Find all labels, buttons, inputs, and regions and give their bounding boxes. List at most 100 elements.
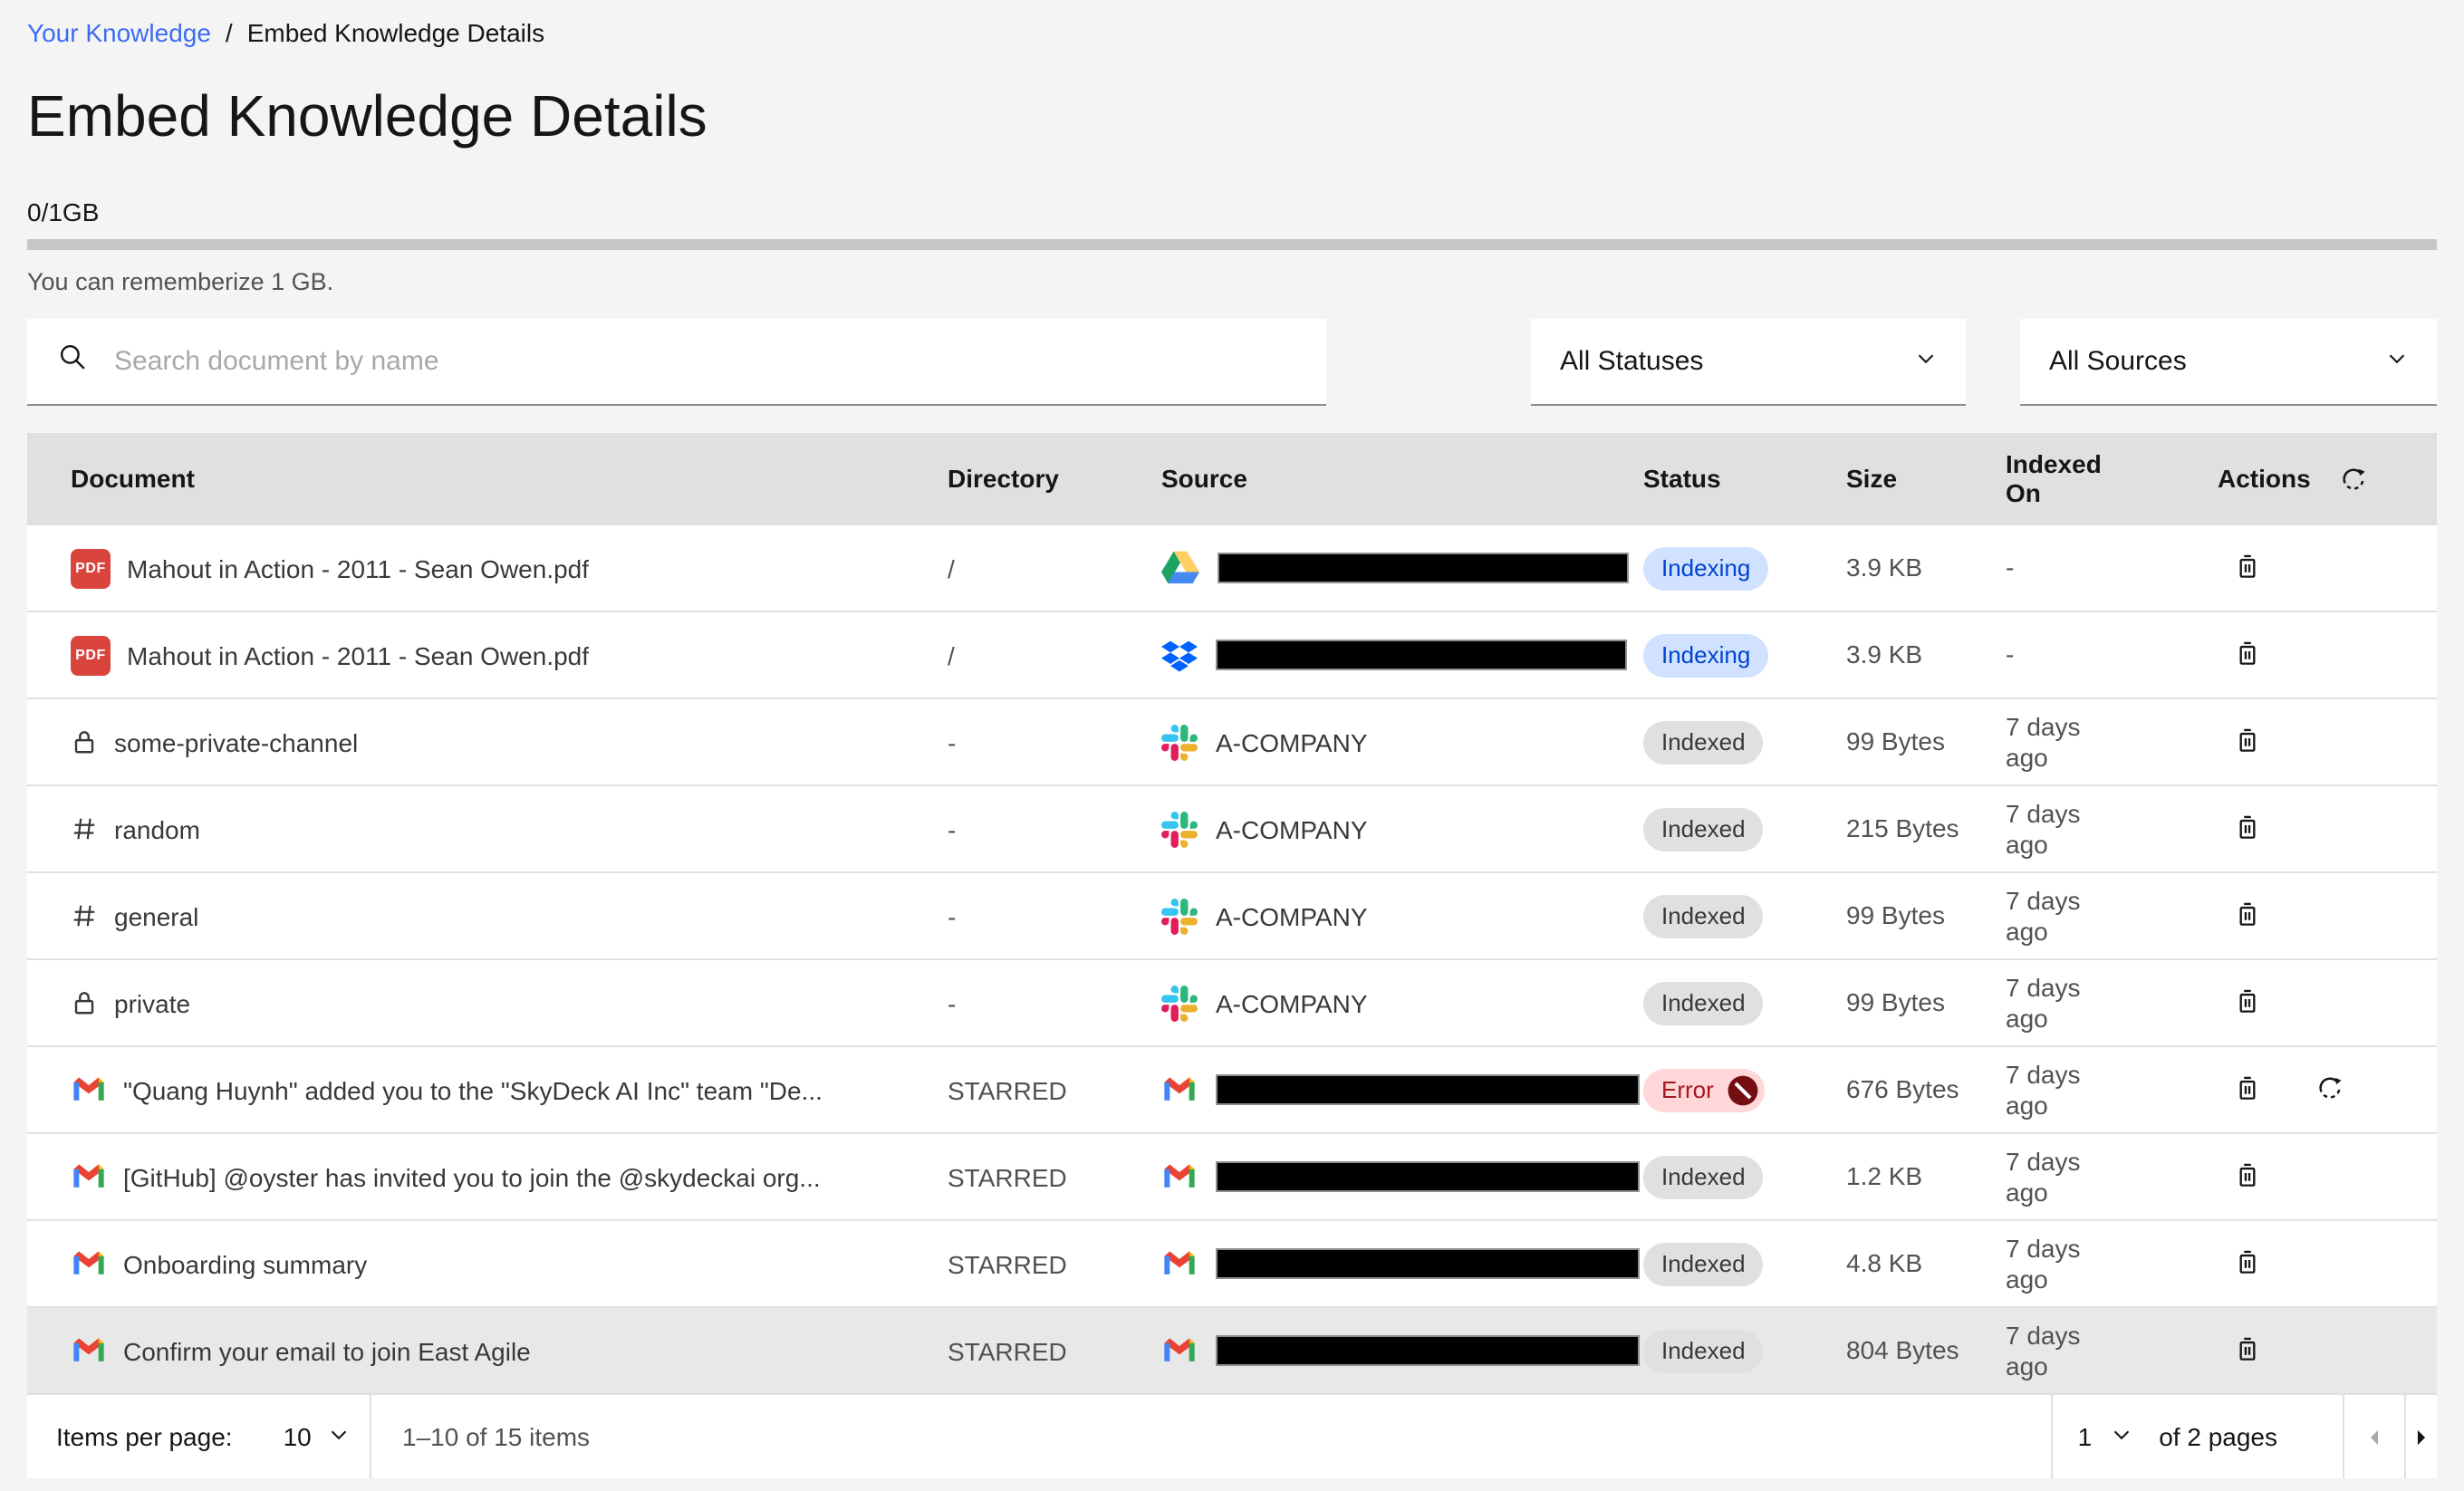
document-row[interactable]: random-A-COMPANYIndexed215 Bytes7 days a… bbox=[27, 784, 2437, 871]
status-badge: Indexed bbox=[1643, 807, 1764, 851]
source-cell: A-COMPANY bbox=[1161, 811, 1643, 847]
trash-icon bbox=[2234, 1247, 2261, 1280]
indexed-on-cell: 7 days ago bbox=[2006, 1233, 2218, 1294]
source-cell bbox=[1161, 637, 1643, 673]
refresh-table-icon[interactable] bbox=[2340, 464, 2369, 493]
document-name: "Quang Huynh" added you to the "SkyDeck … bbox=[123, 1075, 823, 1104]
actions-cell bbox=[2218, 552, 2437, 584]
document-name: random bbox=[114, 814, 200, 843]
delete-document-button[interactable] bbox=[2234, 1073, 2261, 1106]
pdf-icon: PDF bbox=[71, 548, 111, 588]
size-cell: 3.9 KB bbox=[1846, 640, 2006, 670]
delete-document-button[interactable] bbox=[2234, 1160, 2261, 1193]
redacted-source-text bbox=[1216, 640, 1627, 670]
error-icon bbox=[1727, 1073, 1759, 1106]
source-cell bbox=[1161, 549, 1643, 587]
slack-icon bbox=[1161, 811, 1198, 847]
document-row[interactable]: some-private-channel-A-COMPANYIndexed99 … bbox=[27, 697, 2437, 784]
document-cell: PDF Mahout in Action - 2011 - Sean Owen.p… bbox=[71, 635, 948, 675]
status-cell: Indexed bbox=[1643, 720, 1846, 764]
document-row[interactable]: private-A-COMPANYIndexed99 Bytes7 days a… bbox=[27, 958, 2437, 1045]
status-filter-dropdown[interactable]: All Statuses bbox=[1531, 319, 1966, 406]
document-cell: Confirm your email to join East Agile bbox=[71, 1332, 948, 1369]
delete-document-button[interactable] bbox=[2234, 986, 2261, 1019]
table-body: PDF Mahout in Action - 2011 - Sean Owen.p… bbox=[27, 524, 2437, 1393]
status-badge: Indexing bbox=[1643, 633, 1768, 677]
size-cell: 215 Bytes bbox=[1846, 813, 2006, 844]
delete-document-button[interactable] bbox=[2234, 726, 2261, 758]
document-row[interactable]: Onboarding summarySTARREDIndexed4.8 KB7 … bbox=[27, 1219, 2437, 1306]
search-input[interactable] bbox=[111, 344, 1326, 379]
status-badge: Indexed bbox=[1643, 894, 1764, 938]
document-cell: PDF Mahout in Action - 2011 - Sean Owen.p… bbox=[71, 548, 948, 588]
pdf-icon: PDF bbox=[71, 635, 111, 675]
document-row[interactable]: PDF Mahout in Action - 2011 - Sean Owen.p… bbox=[27, 524, 2437, 611]
delete-document-button[interactable] bbox=[2234, 813, 2261, 845]
breadcrumb-your-knowledge-link[interactable]: Your Knowledge bbox=[27, 18, 211, 47]
status-filter-value: All Statuses bbox=[1560, 346, 1703, 377]
delete-document-button[interactable] bbox=[2234, 899, 2261, 932]
document-row[interactable]: [GitHub] @oyster has invited you to join… bbox=[27, 1132, 2437, 1219]
document-name: private bbox=[114, 988, 190, 1017]
size-cell: 4.8 KB bbox=[1846, 1248, 2006, 1279]
trash-icon bbox=[2234, 1160, 2261, 1193]
header-status: Status bbox=[1643, 464, 1846, 493]
source-cell bbox=[1161, 1332, 1643, 1369]
indexed-on-cell: 7 days ago bbox=[2006, 1059, 2218, 1121]
status-badge: Indexed bbox=[1643, 1155, 1764, 1198]
directory-cell: - bbox=[948, 901, 1161, 930]
status-badge: Error bbox=[1643, 1068, 1765, 1111]
delete-document-button[interactable] bbox=[2234, 552, 2261, 584]
previous-page-button[interactable] bbox=[2344, 1395, 2404, 1478]
actions-cell bbox=[2218, 1247, 2437, 1280]
delete-document-button[interactable] bbox=[2234, 1334, 2261, 1367]
trash-icon bbox=[2234, 899, 2261, 932]
trash-icon bbox=[2234, 1334, 2261, 1367]
document-cell: private bbox=[71, 988, 948, 1017]
source-name: A-COMPANY bbox=[1216, 901, 1368, 930]
delete-document-button[interactable] bbox=[2234, 639, 2261, 671]
next-page-button[interactable] bbox=[2406, 1395, 2437, 1478]
actions-cell bbox=[2218, 639, 2437, 671]
status-cell: Indexing bbox=[1643, 546, 1846, 590]
items-per-page-select[interactable]: 10 bbox=[284, 1422, 350, 1451]
status-cell: Error bbox=[1643, 1068, 1846, 1111]
actions-cell bbox=[2218, 986, 2437, 1019]
status-badge: Indexed bbox=[1643, 981, 1764, 1024]
gmail-icon bbox=[71, 1332, 107, 1369]
directory-cell: - bbox=[948, 814, 1161, 843]
header-actions: Actions bbox=[2218, 464, 2437, 493]
document-row[interactable]: Confirm your email to join East AgileSTA… bbox=[27, 1306, 2437, 1393]
document-name: Mahout in Action - 2011 - Sean Owen.pdf bbox=[127, 640, 589, 669]
chevron-down-icon bbox=[2110, 1422, 2132, 1451]
source-name: A-COMPANY bbox=[1216, 727, 1368, 756]
indexed-on-cell: 7 days ago bbox=[2006, 972, 2218, 1034]
header-directory: Directory bbox=[948, 464, 1161, 493]
source-filter-dropdown[interactable]: All Sources bbox=[2020, 319, 2437, 406]
retry-indexing-button[interactable] bbox=[2315, 1073, 2344, 1107]
lock-icon bbox=[71, 989, 98, 1016]
page-number-select[interactable]: 1 bbox=[2053, 1395, 2132, 1478]
status-cell: Indexed bbox=[1643, 1329, 1846, 1372]
redacted-source-text bbox=[1216, 1335, 1640, 1366]
items-per-page: Items per page: 10 bbox=[27, 1395, 370, 1478]
document-name: Mahout in Action - 2011 - Sean Owen.pdf bbox=[127, 553, 589, 582]
dropbox-icon bbox=[1161, 637, 1198, 673]
document-row[interactable]: general-A-COMPANYIndexed99 Bytes7 days a… bbox=[27, 871, 2437, 958]
breadcrumb-current: Embed Knowledge Details bbox=[247, 18, 544, 47]
status-badge: Indexed bbox=[1643, 1242, 1764, 1285]
document-row[interactable]: "Quang Huynh" added you to the "SkyDeck … bbox=[27, 1045, 2437, 1132]
actions-cell bbox=[2218, 813, 2437, 845]
directory-cell: / bbox=[948, 640, 1161, 669]
search-box[interactable] bbox=[27, 319, 1326, 406]
status-cell: Indexed bbox=[1643, 1242, 1846, 1285]
size-cell: 99 Bytes bbox=[1846, 900, 2006, 931]
actions-cell bbox=[2218, 1334, 2437, 1367]
indexed-on-cell: - bbox=[2006, 640, 2218, 670]
pagination-bar: Items per page: 10 1–10 of 15 items 1 of… bbox=[27, 1393, 2437, 1478]
indexed-on-cell: 7 days ago bbox=[2006, 1146, 2218, 1207]
document-row[interactable]: PDF Mahout in Action - 2011 - Sean Owen.p… bbox=[27, 611, 2437, 697]
storage-usage-label: 0/1GB bbox=[27, 197, 2437, 226]
delete-document-button[interactable] bbox=[2234, 1247, 2261, 1280]
embed-knowledge-page: Your Knowledge / Embed Knowledge Details… bbox=[0, 0, 2464, 1491]
